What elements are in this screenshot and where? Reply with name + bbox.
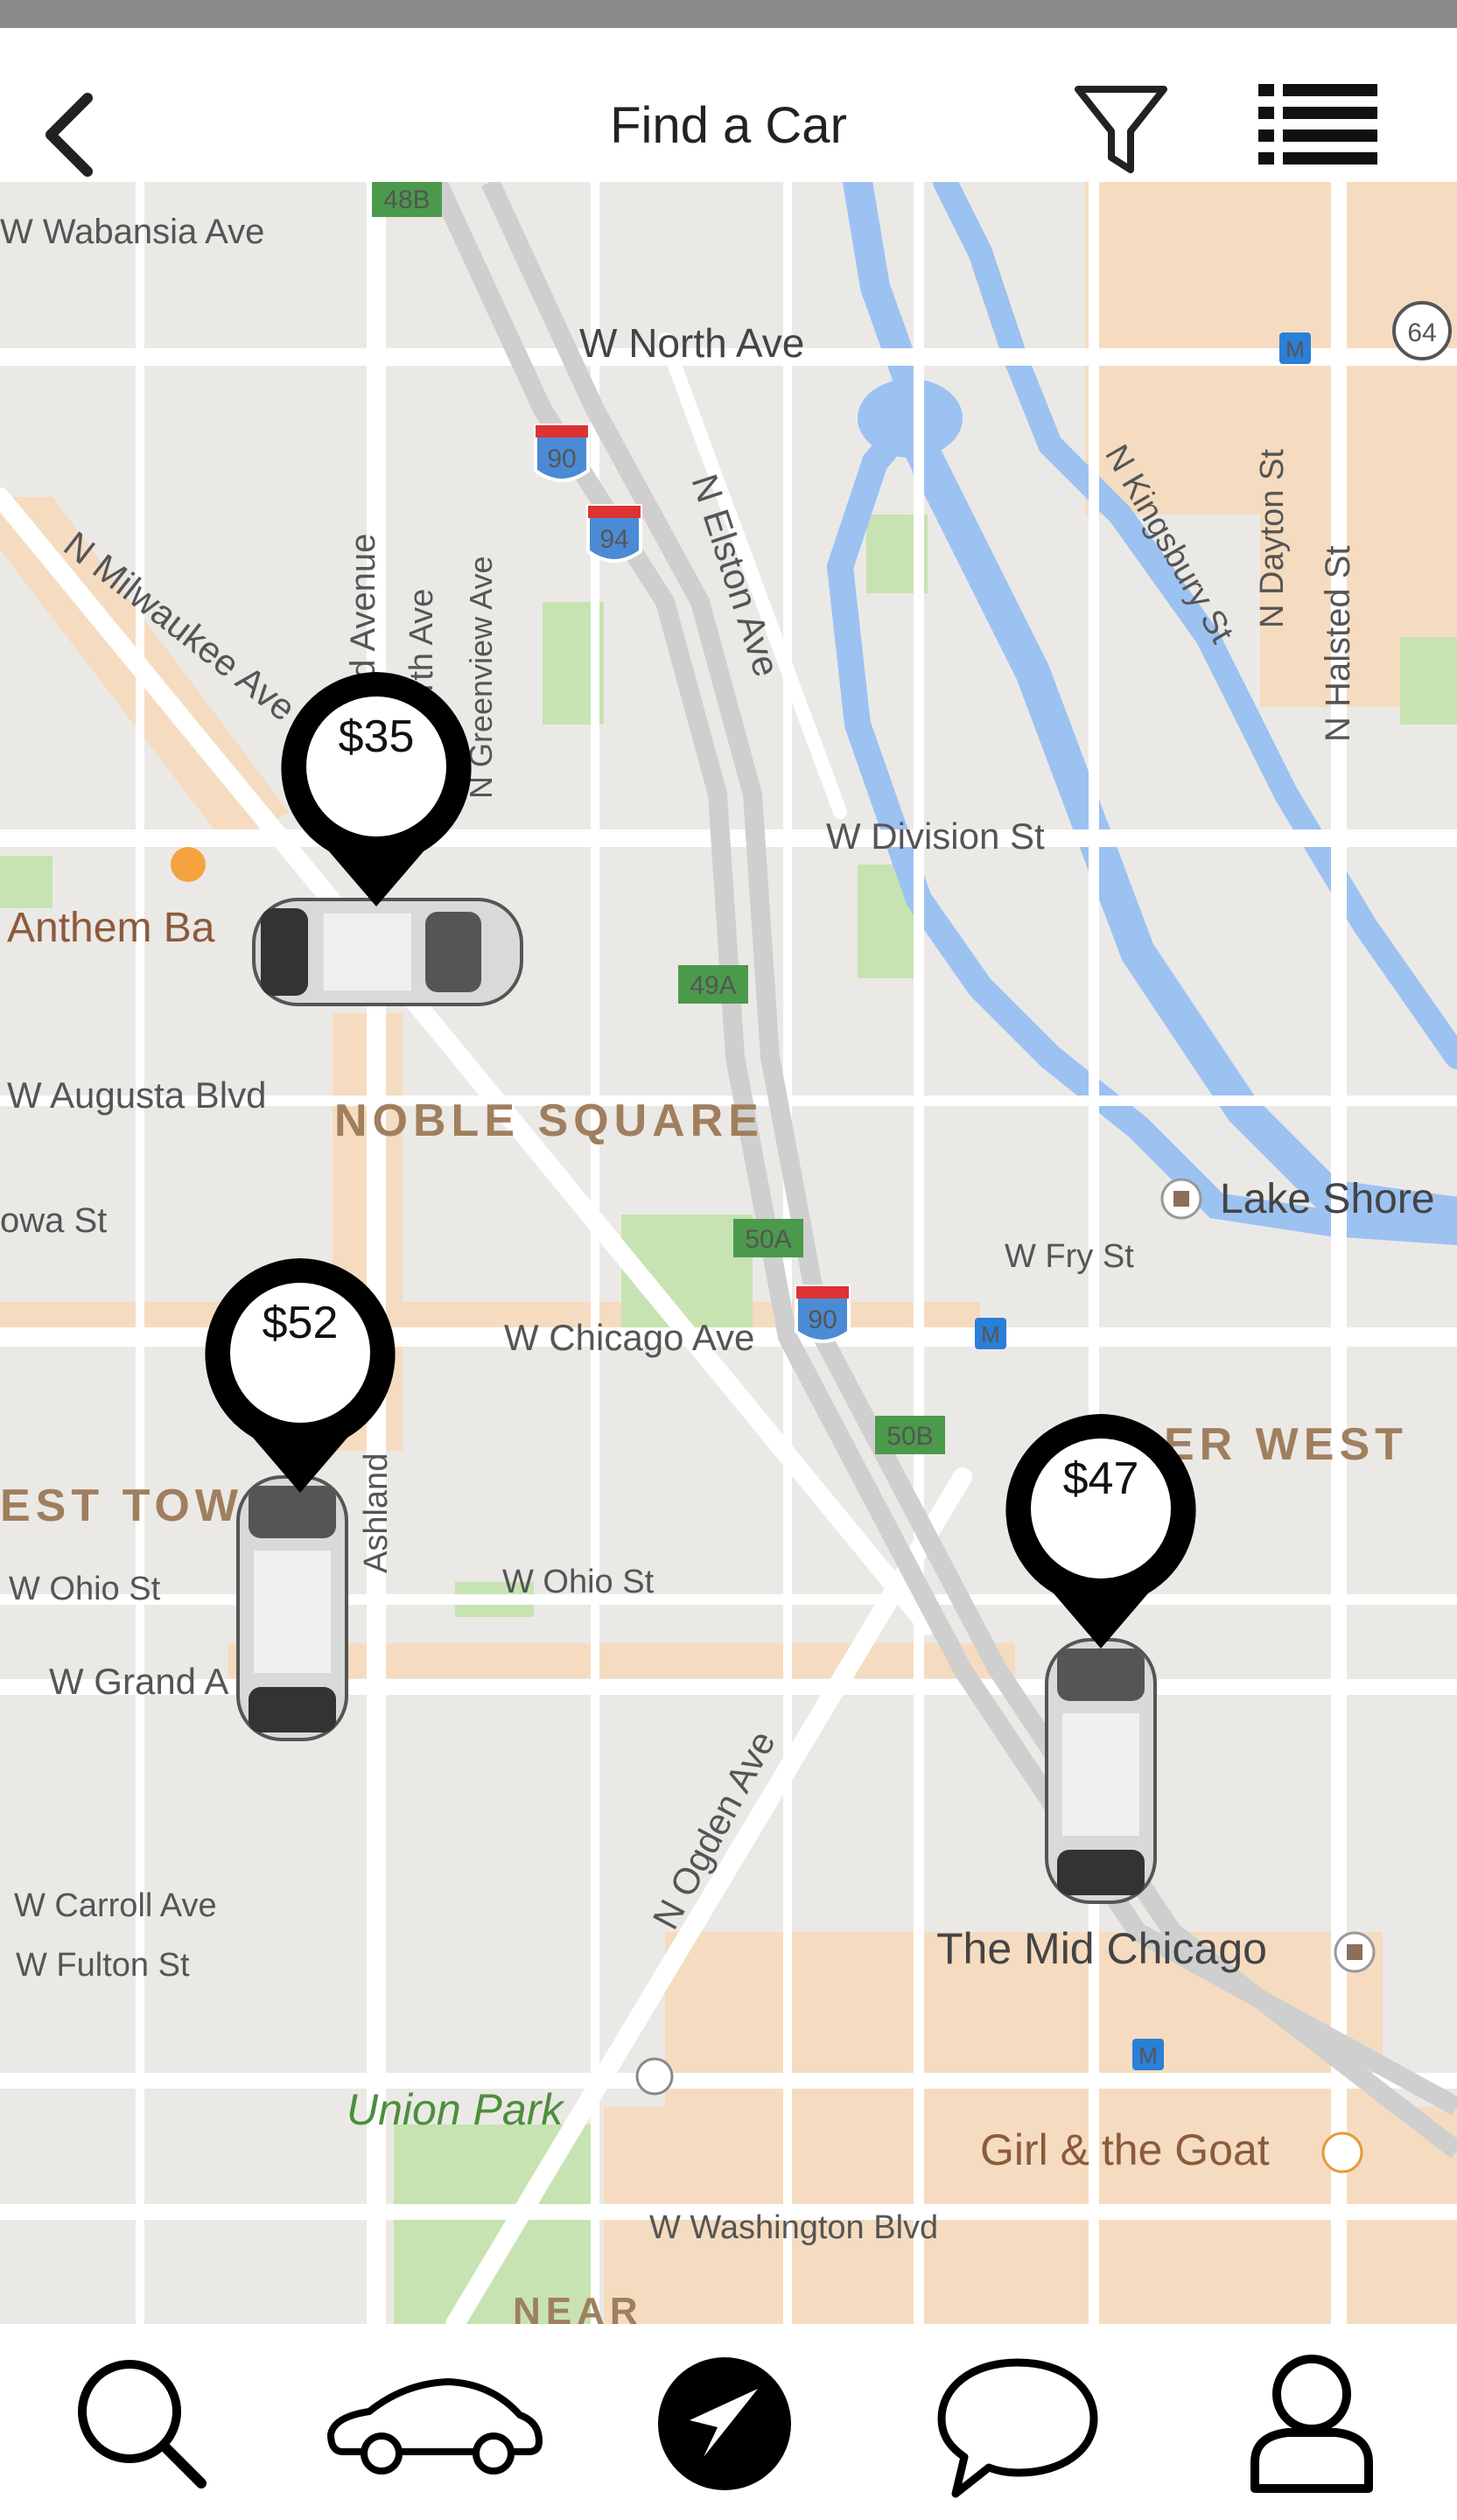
chat-icon[interactable] [935,2354,1101,2502]
restaurant-marker [1321,2132,1363,2174]
price-label: $47 [1062,1453,1139,1504]
place-marker-inner [1173,1191,1189,1207]
filter-icon[interactable] [1073,82,1169,178]
place-marker [635,2057,674,2096]
label-washington: W Washington Blvd [649,2209,938,2246]
price-pin[interactable]: $52 [204,1258,396,1494]
svg-text:M: M [1285,336,1305,362]
map-canvas: 48B 90 94 64 49A 50A 90 50B M M M W Waba… [0,182,1457,2324]
list-icon[interactable] [1258,80,1377,180]
label-chicago-ave: W Chicago Ave [504,1317,754,1358]
label-augusta: W Augusta Blvd [7,1074,266,1116]
svg-text:50B: 50B [886,1422,933,1451]
app-header: Find a Car [0,28,1457,182]
metro-marker: M [1132,2039,1164,2070]
profile-icon[interactable] [1246,2348,1377,2497]
label-halsted: N Halsted St [1319,545,1357,742]
price-label: $35 [338,711,415,762]
price-pin[interactable]: $47 [1005,1414,1197,1650]
exit-50b: 50B [875,1416,945,1454]
metro-marker: M [975,1318,1006,1349]
svg-text:49A: 49A [690,971,736,1000]
route-64-shield: 64 [1392,301,1452,360]
label-iowa: owa St [0,1201,107,1240]
label-carroll: W Carroll Ave [14,1887,217,1924]
bar-marker [171,847,206,882]
bottom-tab-bar [0,2324,1457,2520]
navigation-icon[interactable] [655,2354,795,2494]
car-top-view[interactable] [1045,1638,1157,1904]
svg-text:50A: 50A [745,1225,791,1254]
page-title: Find a Car [610,97,847,154]
exit-49a: 49A [678,965,748,1004]
label-elston: N Elston Ave [683,469,788,681]
car-top-view[interactable] [252,898,523,1006]
svg-text:64: 64 [1407,318,1436,347]
label-wabansia: W Wabansia Ave [0,213,264,251]
label-grand: W Grand A [49,1661,228,1702]
svg-text:94: 94 [599,525,628,554]
label-near: NEAR [513,2290,643,2324]
place-marker-inner [1347,1944,1362,1960]
label-lake-shore: Lake Shore [1220,1176,1435,1222]
label-fulton: W Fulton St [16,1947,190,1984]
label-ohio-left: W Ohio St [9,1571,161,1607]
label-dayton: N Dayton St [1254,449,1291,628]
car-icon[interactable] [326,2371,544,2476]
label-girl-goat: Girl & the Goat [980,2125,1270,2174]
map-view[interactable]: 48B 90 94 64 49A 50A 90 50B M M M W Waba… [0,182,1457,2324]
label-ohio-mid: W Ohio St [502,1564,655,1600]
label-union-park: Union Park [347,2085,565,2134]
metro-marker: M [1279,332,1311,364]
svg-text:48B: 48B [383,186,430,214]
interstate-90-shield-south: 90 [795,1284,851,1343]
status-bar [0,0,1457,28]
exit-48b: 48B [372,182,442,217]
label-anthem: Anthem Ba [7,905,215,951]
label-mid-chicago: The Mid Chicago [936,1924,1267,1973]
svg-text:M: M [1138,2042,1158,2068]
car-top-view[interactable] [236,1475,348,1741]
map-pin-icon [1005,1414,1196,1648]
map-pin-icon [205,1258,396,1493]
svg-text:90: 90 [547,444,576,473]
svg-text:90: 90 [808,1306,837,1334]
label-division: W Division St [826,816,1045,857]
label-river-west: ER WEST [1164,1419,1408,1470]
interstate-90-shield: 90 [534,424,590,482]
exit-50a: 50A [733,1219,803,1257]
label-fry: W Fry St [1005,1238,1134,1275]
svg-text:M: M [981,1321,1000,1348]
map-pin-icon [281,672,472,906]
price-pin[interactable]: $35 [280,672,473,908]
label-north-ave: W North Ave [579,320,804,366]
interstate-94-shield: 94 [586,504,642,563]
label-noble-square: NOBLE SQUARE [334,1096,764,1146]
search-icon[interactable] [72,2354,212,2494]
price-label: $52 [262,1298,339,1348]
